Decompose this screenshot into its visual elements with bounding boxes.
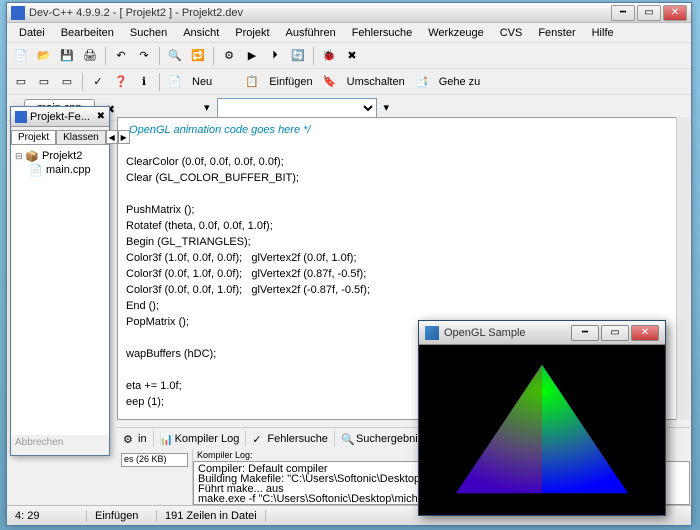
tree-file[interactable]: 📄 main.cpp xyxy=(15,163,105,177)
vertical-scrollbar[interactable] xyxy=(676,117,690,420)
opengl-window: OpenGL Sample ━ ▭ ✕ xyxy=(418,320,666,516)
panel-titlebar[interactable]: Projekt-Fe... ✖ xyxy=(11,107,109,127)
maximize-button[interactable]: ▭ xyxy=(637,5,661,21)
project-icon: 📦 xyxy=(25,150,39,162)
opengl-title-text: OpenGL Sample xyxy=(444,327,569,339)
log-icon: 📊 xyxy=(160,433,172,445)
status-lines: 191 Zeilen in Datei xyxy=(157,510,266,522)
compile-run-icon[interactable]: ⏵ xyxy=(265,46,285,66)
opengl-close-button[interactable]: ✕ xyxy=(631,325,659,341)
titlebar: Dev-C++ 4.9.9.2 - [ Projekt2 ] - Projekt… xyxy=(7,3,691,23)
check-icon[interactable]: ✓ xyxy=(88,72,108,92)
panel-nav-right-icon[interactable]: ▶ xyxy=(118,130,130,144)
panel-tab-projekt[interactable]: Projekt xyxy=(11,130,56,144)
opengl-icon xyxy=(425,326,439,340)
new-proj-icon[interactable]: ▭ xyxy=(11,72,31,92)
menu-fenster[interactable]: Fenster xyxy=(530,25,583,41)
toolbar-1: 📄 📂 💾 🖨 ↶ ↷ 🔍 🔁 ⚙ ▶ ⏵ 🔄 🐞 ✖ xyxy=(7,43,691,69)
panel-nav-left-icon[interactable]: ◀ xyxy=(106,130,118,144)
compiler-icon: ⚙ xyxy=(123,433,135,445)
gehezu-label: Gehe zu xyxy=(435,76,485,88)
panel-title: Projekt-Fe... xyxy=(30,111,90,123)
panel-close-icon[interactable]: ✖ xyxy=(97,111,105,122)
goto-icon[interactable]: 📑 xyxy=(412,72,432,92)
tree-root[interactable]: ⊟ 📦 Projekt2 xyxy=(15,149,105,163)
project-panel: Projekt-Fe... ✖ Projekt Klassen ◀ ▶ ⊟ 📦 … xyxy=(10,106,110,456)
run-icon[interactable]: ▶ xyxy=(242,46,262,66)
debug-tab-icon: ✓ xyxy=(252,433,264,445)
window-title: Dev-C++ 4.9.9.2 - [ Projekt2 ] - Projekt… xyxy=(29,7,611,19)
tab-compiler-log[interactable]: 📊Kompiler Log xyxy=(154,431,247,447)
status-mode: Einfügen xyxy=(87,510,157,522)
menu-werkzeuge[interactable]: Werkzeuge xyxy=(420,25,491,41)
tab-debug[interactable]: ✓Fehlersuche xyxy=(246,431,335,447)
undo-icon[interactable]: ↶ xyxy=(111,46,131,66)
replace-icon[interactable]: 🔁 xyxy=(188,46,208,66)
new-file-icon[interactable]: 📄 xyxy=(11,46,31,66)
tree-collapse-icon[interactable]: ⊟ xyxy=(15,151,25,162)
panel-app-icon xyxy=(15,111,27,123)
tab-compiler[interactable]: ⚙in xyxy=(117,431,154,447)
neu-label: Neu xyxy=(188,76,216,88)
find-icon[interactable]: 🔍 xyxy=(165,46,185,66)
menu-ansicht[interactable]: Ansicht xyxy=(175,25,227,41)
redo-icon[interactable]: ↷ xyxy=(134,46,154,66)
opengl-maximize-button[interactable]: ▭ xyxy=(601,325,629,341)
project-tree: ⊟ 📦 Projekt2 📄 main.cpp xyxy=(11,145,109,435)
menu-suchen[interactable]: Suchen xyxy=(122,25,175,41)
box3-icon[interactable]: ▭ xyxy=(57,72,77,92)
panel-tab-klassen[interactable]: Klassen xyxy=(56,130,106,144)
about-icon[interactable]: ℹ xyxy=(134,72,154,92)
status-position: 4: 29 xyxy=(7,510,87,522)
minimize-button[interactable]: ━ xyxy=(611,5,635,21)
menu-datei[interactable]: Datei xyxy=(11,25,53,41)
rebuild-icon[interactable]: 🔄 xyxy=(288,46,308,66)
toggle-icon[interactable]: 🔖 xyxy=(320,72,340,92)
stop-icon[interactable]: ✖ xyxy=(342,46,362,66)
umschalten-label: Umschalten xyxy=(343,76,409,88)
log-size-label: es (26 KB) xyxy=(121,453,188,467)
save-all-icon[interactable]: 🖨 xyxy=(80,46,100,66)
close-button[interactable]: ✕ xyxy=(663,5,687,21)
menu-cvs[interactable]: CVS xyxy=(492,25,531,41)
menu-bearbeiten[interactable]: Bearbeiten xyxy=(53,25,122,41)
opengl-titlebar[interactable]: OpenGL Sample ━ ▭ ✕ xyxy=(419,321,665,345)
search-tab-icon: 🔍 xyxy=(341,433,353,445)
box2-icon[interactable]: ▭ xyxy=(34,72,54,92)
menu-fehlersuche[interactable]: Fehlersuche xyxy=(344,25,421,41)
file-icon: 📄 xyxy=(29,164,43,176)
menu-ausfuehren[interactable]: Ausführen xyxy=(278,25,344,41)
einfugen-label: Einfügen xyxy=(265,76,316,88)
opengl-canvas xyxy=(419,345,665,515)
panel-tabs: Projekt Klassen ◀ ▶ xyxy=(11,127,109,145)
app-icon xyxy=(11,6,25,20)
help-icon[interactable]: ❓ xyxy=(111,72,131,92)
menu-projekt[interactable]: Projekt xyxy=(227,25,277,41)
toolbar-2: ▭ ▭ ▭ ✓ ❓ ℹ 📄 Neu 📋 Einfügen 🔖 Umschalte… xyxy=(7,69,691,95)
insert-icon[interactable]: 📋 xyxy=(242,72,262,92)
menu-hilfe[interactable]: Hilfe xyxy=(584,25,622,41)
debug-icon[interactable]: 🐞 xyxy=(319,46,339,66)
panel-abbrechen: Abbrechen xyxy=(11,435,109,450)
class-combo[interactable] xyxy=(217,98,377,118)
menubar: Datei Bearbeiten Suchen Ansicht Projekt … xyxy=(7,23,691,43)
open-icon[interactable]: 📂 xyxy=(34,46,54,66)
doc-icon[interactable]: 📄 xyxy=(165,72,185,92)
save-icon[interactable]: 💾 xyxy=(57,46,77,66)
opengl-minimize-button[interactable]: ━ xyxy=(571,325,599,341)
compile-icon[interactable]: ⚙ xyxy=(219,46,239,66)
